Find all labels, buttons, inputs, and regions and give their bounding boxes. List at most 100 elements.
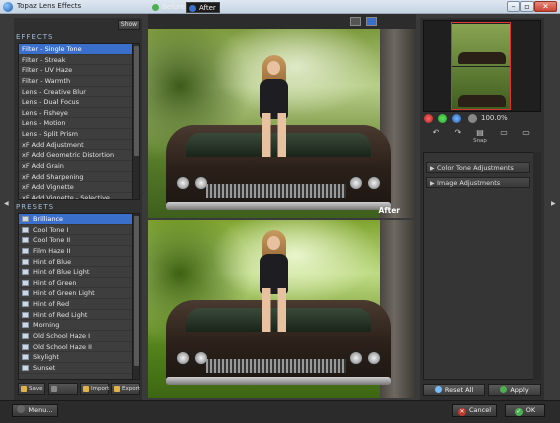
effect-item[interactable]: Lens - Split Prism (19, 129, 139, 140)
zoom-out-icon[interactable] (424, 114, 433, 123)
preset-label: Morning (33, 321, 60, 330)
color-tone-adjustments-header[interactable]: ▶ Color Tone Adjustments (426, 162, 530, 173)
effect-item[interactable]: Lens - Dual Focus (19, 97, 139, 108)
effect-item[interactable]: xF Add Geometric Distortion (19, 150, 139, 162)
window-title: Topaz Lens Effects (17, 2, 82, 10)
effect-item[interactable]: Lens - Creative Blur (19, 87, 139, 98)
minimize-button[interactable]: – (507, 1, 520, 12)
history-button[interactable]: ▭ (517, 128, 535, 148)
effect-item[interactable]: Filter - UV Haze (19, 65, 139, 76)
preset-item[interactable]: Hint of Red (19, 299, 139, 310)
effect-item[interactable]: Filter - Single Tone (19, 44, 139, 55)
presets-list[interactable]: Brilliance Cool Tone I Cool Tone II Film Ha… (18, 213, 140, 380)
preset-item[interactable]: Hint of Green Light (19, 288, 139, 300)
delete-preset-button[interactable] (48, 383, 78, 395)
preset-label: Hint of Blue (33, 257, 72, 266)
reset-icon (434, 386, 442, 393)
effect-item[interactable]: Filter - Warmth (19, 76, 139, 87)
preset-item[interactable]: Morning (19, 320, 139, 332)
preset-item[interactable]: Hint of Blue Light (19, 267, 139, 278)
adjustments-scrollbar[interactable] (533, 152, 541, 380)
presets-scrollbar[interactable] (132, 214, 139, 379)
ok-button[interactable]: ✓ OK (505, 404, 545, 417)
cancel-button[interactable]: ✕ Cancel (452, 404, 497, 417)
apply-check-icon (500, 386, 508, 393)
effect-item[interactable]: Lens - Fisheye (19, 108, 139, 119)
title-bar: Topaz Lens Effects – ▫ ✕ (0, 0, 560, 14)
preset-item[interactable]: Skylight (19, 352, 139, 363)
snap-button[interactable]: ▤ Snap (471, 128, 489, 148)
comment-icon: ▭ (500, 128, 508, 137)
presets-scroll-thumb[interactable] (134, 216, 139, 366)
preset-label: Old School Haze II (33, 342, 92, 351)
preset-label: Skylight (33, 353, 59, 362)
preset-item[interactable]: Brilliance (19, 214, 139, 225)
zoom-100-icon[interactable] (468, 114, 477, 123)
preset-item[interactable]: Old School Haze I (19, 331, 139, 342)
preset-label: Film Haze II (33, 246, 71, 255)
preset-label: Cool Tone II (33, 236, 71, 245)
zoom-in-icon[interactable] (438, 114, 447, 123)
before-preview-image[interactable] (148, 220, 416, 398)
tab-before[interactable]: Before (150, 2, 185, 13)
preset-item[interactable]: Cool Tone II (19, 235, 139, 246)
reset-all-button[interactable]: Reset All (423, 384, 485, 396)
preset-item[interactable]: Hint of Blue (19, 257, 139, 268)
preset-buttons: Save Import Export (18, 383, 140, 396)
image-adjustments-header[interactable]: ▶ Image Adjustments (426, 177, 530, 188)
app-icon (3, 2, 13, 12)
effects-heading: EFFECTS (16, 33, 54, 41)
show-button[interactable]: Show (118, 20, 140, 30)
export-button[interactable]: Export (111, 383, 140, 395)
preset-thumbnail-icon (22, 237, 29, 244)
preset-item[interactable]: Old School Haze II (19, 342, 139, 353)
undo-button[interactable]: ↶ (427, 128, 445, 148)
import-icon (83, 386, 89, 392)
undo-icon: ↶ (432, 128, 440, 137)
menu-button[interactable]: Menu... (12, 404, 58, 417)
expand-arrow-icon: ▶ (430, 165, 435, 172)
import-button[interactable]: Import (80, 383, 109, 395)
effects-list[interactable]: Filter - Single Tone Filter - Streak Filte… (18, 43, 140, 200)
fit-icon[interactable] (452, 114, 461, 123)
effects-scrollbar[interactable] (132, 44, 139, 199)
after-preview-image[interactable]: After (148, 29, 416, 218)
close-button[interactable]: ✕ (534, 1, 557, 12)
preset-thumbnail-icon (22, 226, 29, 233)
maximize-button[interactable]: ▫ (520, 1, 534, 12)
preset-item[interactable]: Hint of Red Light (19, 310, 139, 321)
effect-item[interactable]: xF Add Vignette (19, 182, 139, 193)
preset-thumbnail-icon (22, 301, 29, 308)
preset-item[interactable]: Film Haze II (19, 246, 139, 257)
cancel-x-icon: ✕ (457, 408, 466, 416)
split-view-icon[interactable] (366, 17, 377, 26)
single-view-icon[interactable] (350, 17, 361, 26)
preset-item[interactable]: Sunset (19, 363, 139, 374)
collapse-right-arrow-icon[interactable]: ▶ (551, 200, 556, 207)
effect-item[interactable]: xF Add Grain (19, 161, 139, 172)
presets-heading: PRESETS (16, 203, 55, 211)
save-preset-button[interactable]: Save (18, 383, 45, 395)
navigator-thumbnail[interactable] (451, 22, 511, 110)
effect-item[interactable]: Filter - Streak (19, 55, 139, 66)
effects-scroll-thumb[interactable] (134, 46, 139, 156)
effect-item[interactable]: xF Add Sharpening (19, 172, 139, 183)
redo-button[interactable]: ↷ (449, 128, 467, 148)
history-icon: ▭ (522, 128, 530, 137)
expand-arrow-icon: ▶ (430, 180, 435, 187)
preset-label: Hint of Blue Light (33, 268, 90, 277)
apply-button[interactable]: Apply (488, 384, 541, 396)
effect-item[interactable]: xF Add Vignette - Selective (19, 193, 139, 199)
collapse-left-arrow-icon[interactable]: ◀ (4, 200, 9, 207)
delete-icon (51, 386, 57, 392)
effect-item[interactable]: xF Add Adjustment (19, 140, 139, 151)
preset-item[interactable]: Cool Tone I (19, 225, 139, 236)
preset-label: Cool Tone I (33, 225, 69, 234)
snap-icon: ▤ (476, 128, 484, 137)
comment-button[interactable]: ▭ (495, 128, 513, 148)
preset-thumbnail-icon (22, 364, 29, 371)
topaz-logo-icon (386, 15, 414, 27)
effect-item[interactable]: Lens - Motion (19, 118, 139, 130)
preset-item[interactable]: Hint of Green (19, 278, 139, 289)
tab-after[interactable]: After (186, 2, 220, 13)
